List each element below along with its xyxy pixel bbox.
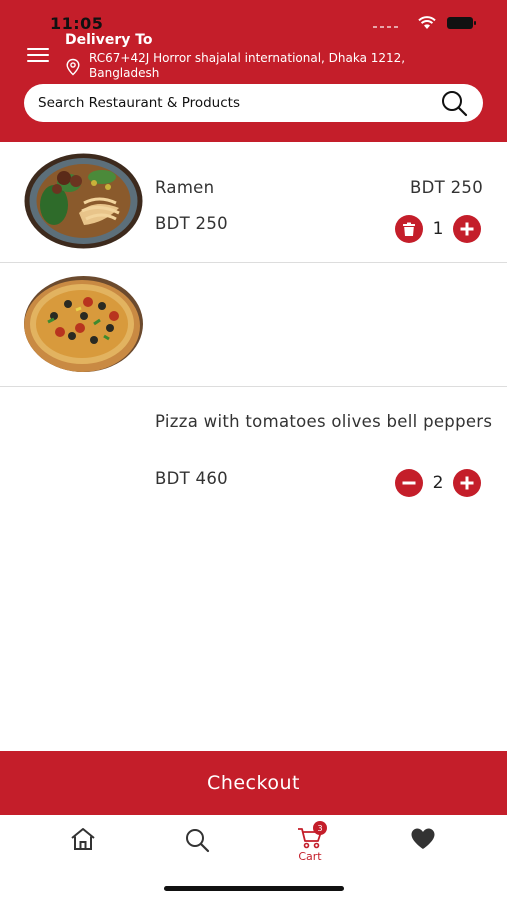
plus-icon: [460, 222, 474, 236]
minus-icon: [402, 481, 416, 485]
delivery-label: Delivery To: [65, 32, 153, 48]
cart-item: Ramen BDT 250 BDT 250 1: [0, 142, 507, 263]
header: 11:05 Delivery To RC67+42J Horror shajal…: [0, 0, 507, 142]
cart-count-badge: 3: [313, 821, 327, 835]
quantity-stepper: 1: [395, 215, 481, 243]
tab-cart-label: Cart: [298, 850, 322, 863]
quantity-stepper: 2: [395, 469, 481, 497]
decrease-quantity-button[interactable]: [395, 469, 423, 497]
item-name-wrap: Pizza with tomatoes olives bell peppers: [155, 410, 507, 433]
search-icon[interactable]: [439, 88, 469, 118]
item-price: BDT 460: [155, 469, 228, 488]
location-pin-icon: [66, 58, 80, 76]
wifi-icon: [418, 16, 436, 29]
checkout-button[interactable]: Checkout: [0, 751, 507, 815]
home-icon: [71, 828, 95, 850]
increase-quantity-button[interactable]: [453, 215, 481, 243]
item-name: Ramen: [155, 178, 215, 197]
cart-list: Ramen BDT 250 BDT 250 1 Pizza with tomat…: [0, 142, 507, 497]
item-price: BDT 250: [155, 214, 228, 233]
search-bar[interactable]: Search Restaurant & Products: [24, 84, 483, 122]
tab-cart[interactable]: 3 Cart: [285, 821, 335, 867]
item-name: Pizza with tomatoes olives bell peppers: [155, 412, 493, 431]
home-indicator: [164, 886, 344, 891]
heart-icon: [411, 828, 435, 849]
status-icons: [373, 16, 476, 30]
search-input[interactable]: Search Restaurant & Products: [38, 95, 439, 111]
quantity-value: 1: [432, 219, 444, 239]
delete-item-button[interactable]: [395, 215, 423, 243]
battery-icon: [447, 17, 476, 29]
tab-search[interactable]: [172, 827, 222, 867]
item-total: BDT 250: [410, 178, 483, 197]
trash-icon: [403, 222, 415, 236]
plus-icon: [460, 476, 474, 490]
status-time: 11:05: [50, 14, 104, 33]
search-icon: [186, 829, 210, 853]
quantity-value: 2: [432, 473, 444, 493]
ramen-image: [24, 153, 143, 249]
tab-favorites[interactable]: [398, 827, 448, 867]
delivery-address[interactable]: RC67+42J Horror shajalal international, …: [89, 51, 449, 81]
increase-quantity-button[interactable]: [453, 469, 481, 497]
tab-home[interactable]: [58, 827, 108, 867]
menu-button[interactable]: [27, 46, 51, 64]
cellular-signal-icon: [373, 18, 407, 28]
cart-item: Pizza with tomatoes olives bell peppers …: [0, 263, 507, 497]
pizza-image: [24, 276, 143, 372]
